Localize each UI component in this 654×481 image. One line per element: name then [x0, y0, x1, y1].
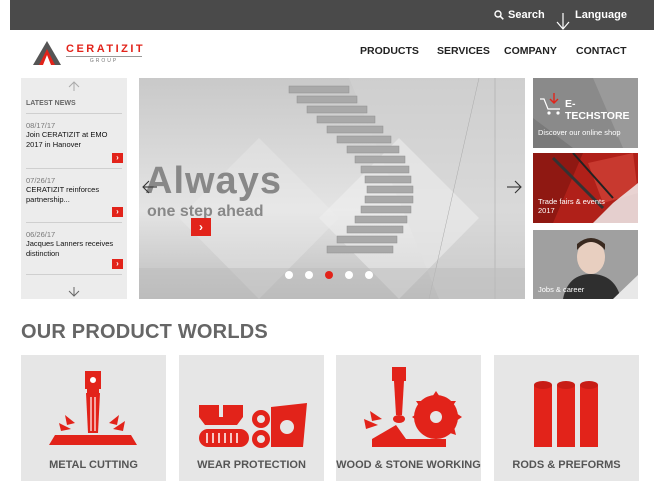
metal-cutting-icon: [49, 371, 137, 445]
product-label: WEAR PROTECTION: [197, 459, 306, 471]
divider: [26, 274, 122, 275]
etechstore-title: E-TECHSTORE: [565, 98, 630, 122]
product-label: WOOD & STONE WORKING: [336, 459, 481, 471]
chevron-up-icon[interactable]: [67, 80, 81, 92]
product-worlds-title: OUR PRODUCT WORLDS: [21, 321, 268, 343]
product-card-wear-protection[interactable]: WEAR PROTECTION: [179, 355, 324, 481]
wear-protection-icon: [199, 403, 307, 448]
product-card-rods-preforms[interactable]: RODS & PREFORMS: [494, 355, 639, 481]
news-more-button[interactable]: ›: [112, 207, 123, 217]
nav-company[interactable]: COMPANY: [504, 45, 557, 57]
news-text: Jacques Lanners receives distinction: [26, 239, 114, 258]
arrow-left-icon[interactable]: [141, 178, 159, 196]
slider-cta-button[interactable]: ›: [191, 218, 211, 236]
logo-mark-icon: [33, 41, 61, 65]
news-date: 07/26/17: [26, 176, 56, 185]
ceratizit-logo[interactable]: CERATIZIT GROUP: [32, 40, 145, 66]
chevron-down-icon[interactable]: [67, 286, 81, 298]
news-text: CERATIZIT reinforces partnership...: [26, 185, 100, 204]
slider-dot[interactable]: [285, 271, 293, 279]
search-label: Search: [508, 9, 545, 21]
slider-dot[interactable]: [345, 271, 353, 279]
news-more-button[interactable]: ›: [112, 259, 123, 269]
search-link[interactable]: Search: [494, 9, 545, 21]
arrow-down-icon: [556, 13, 570, 30]
etechstore-tile[interactable]: E-TECHSTORE Discover our online shop: [533, 78, 638, 148]
product-label: METAL CUTTING: [49, 459, 138, 471]
jobs-tile[interactable]: Jobs & career: [533, 230, 638, 299]
cart-icon: [540, 93, 560, 115]
search-icon: [494, 10, 504, 20]
nav-contact[interactable]: CONTACT: [576, 45, 627, 57]
divider: [26, 168, 122, 169]
wood-stone-icon: [364, 367, 462, 447]
news-text: Join CERATIZIT at EMO 2017 in Hanover: [26, 130, 108, 149]
logo-group: GROUP: [66, 55, 142, 64]
arrow-right-icon[interactable]: [505, 178, 523, 196]
divider: [26, 222, 122, 223]
slider-dots: [285, 271, 373, 279]
jobs-label: Jobs & career: [538, 285, 585, 294]
nav-services[interactable]: SERVICES: [437, 45, 490, 57]
news-item[interactable]: 07/26/17 CERATIZIT reinforces partnershi…: [26, 176, 122, 205]
site-header: CERATIZIT GROUP PRODUCTS SERVICES COMPAN…: [10, 30, 654, 76]
rods-preforms-icon: [534, 381, 598, 447]
product-card-metal-cutting[interactable]: METAL CUTTING: [21, 355, 166, 481]
trade-fairs-label: Trade fairs & events 2017: [538, 197, 605, 215]
trade-fairs-tile[interactable]: Trade fairs & events 2017: [533, 153, 638, 223]
product-label: RODS & PREFORMS: [512, 459, 621, 471]
news-more-button[interactable]: ›: [112, 153, 123, 163]
product-card-wood-stone[interactable]: WOOD & STONE WORKING: [336, 355, 481, 481]
etechstore-label: Discover our online shop: [538, 128, 621, 137]
news-item[interactable]: 08/17/17 Join CERATIZIT at EMO 2017 in H…: [26, 121, 122, 150]
hero-slider[interactable]: Always one step ahead ›: [139, 78, 525, 299]
slider-headline: Always: [145, 160, 282, 202]
language-selector[interactable]: Language: [575, 9, 627, 21]
nav-products[interactable]: PRODUCTS: [360, 45, 419, 57]
news-item[interactable]: 06/26/17 Jacques Lanners receives distin…: [26, 230, 122, 259]
latest-news-panel: LATEST NEWS 08/17/17 Join CERATIZIT at E…: [21, 78, 127, 299]
news-date: 08/17/17: [26, 121, 56, 130]
news-date: 06/26/17: [26, 230, 56, 239]
slider-dot[interactable]: [365, 271, 373, 279]
slider-dot[interactable]: [305, 271, 313, 279]
news-heading: LATEST NEWS: [26, 100, 76, 107]
divider: [26, 113, 122, 114]
logo-name: CERATIZIT: [66, 42, 146, 55]
slider-dot-active[interactable]: [325, 271, 333, 279]
top-bar: Search Language: [10, 0, 654, 30]
